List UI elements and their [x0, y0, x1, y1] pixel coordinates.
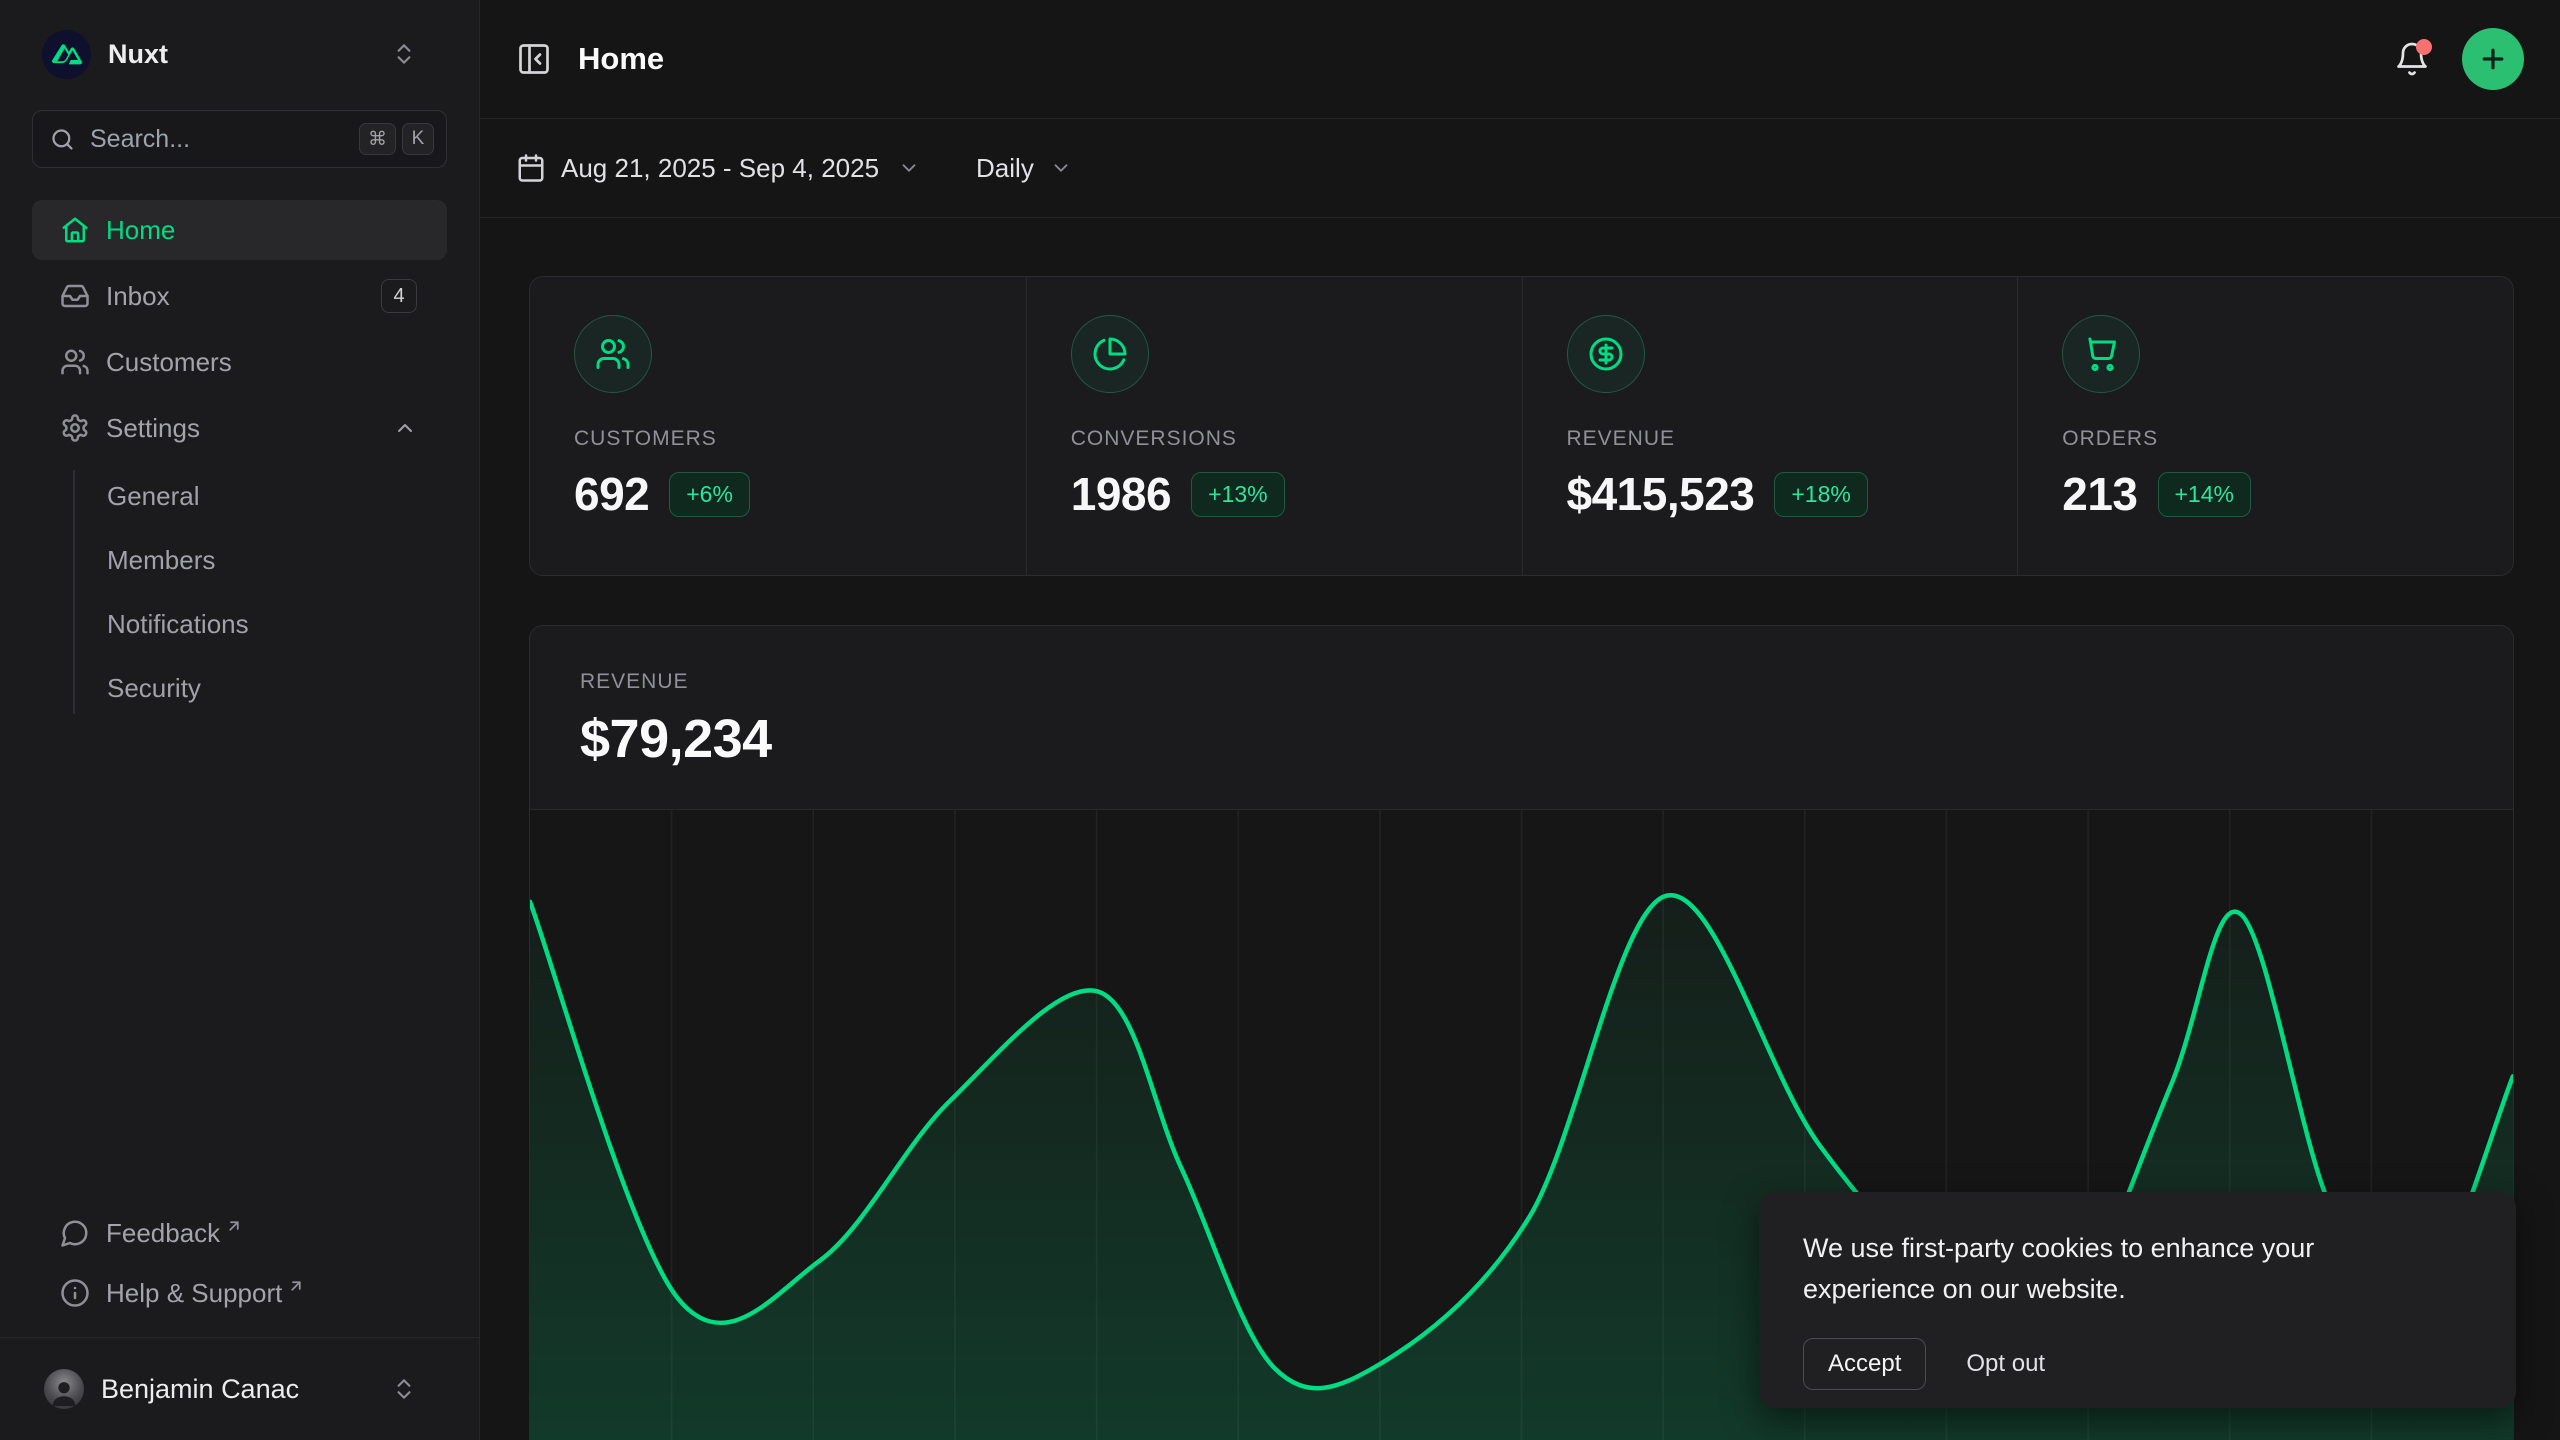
stat-label: CUSTOMERS	[574, 427, 982, 451]
kbd-k: K	[402, 123, 434, 155]
sidebar: Nuxt Search... ⌘ K Home Inbox 4	[0, 0, 480, 1440]
stat-label: CONVERSIONS	[1071, 427, 1478, 451]
info-circle-icon	[60, 1278, 90, 1308]
chevron-down-icon	[898, 157, 920, 179]
inbox-icon	[60, 281, 90, 311]
cookie-banner: We use first-party cookies to enhance yo…	[1759, 1192, 2516, 1408]
notification-dot	[2416, 39, 2432, 55]
sidebar-item-notifications[interactable]: Notifications	[32, 592, 447, 656]
calendar-icon	[516, 153, 546, 183]
sidebar-item-label: Home	[106, 215, 175, 246]
user-avatar	[44, 1369, 84, 1409]
date-range-picker[interactable]: Aug 21, 2025 - Sep 4, 2025	[516, 153, 920, 184]
sidebar-item-label: Settings	[106, 413, 200, 444]
stat-label: REVENUE	[1567, 427, 1974, 451]
shopping-cart-icon	[2062, 315, 2140, 393]
circle-dollar-icon	[1567, 315, 1645, 393]
sidebar-item-customers[interactable]: Customers	[32, 332, 447, 392]
sidebar-item-inbox[interactable]: Inbox 4	[32, 266, 447, 326]
stat-value: 1986	[1071, 467, 1171, 521]
chevrons-up-down-icon	[391, 1376, 417, 1402]
external-link-icon	[225, 1217, 243, 1235]
message-circle-icon	[60, 1218, 90, 1248]
home-icon	[60, 215, 90, 245]
search-icon	[49, 126, 76, 153]
stat-orders[interactable]: ORDERS 213 +14%	[2017, 277, 2513, 575]
org-switcher[interactable]: Nuxt	[32, 24, 447, 84]
users-icon	[574, 315, 652, 393]
revenue-chart-value: $79,234	[580, 708, 2463, 770]
inbox-count-badge: 4	[381, 279, 417, 313]
revenue-chart-label: REVENUE	[580, 670, 2463, 694]
nuxt-logo-icon	[42, 30, 91, 79]
chevron-up-icon[interactable]	[393, 416, 417, 440]
external-link-icon	[287, 1277, 305, 1295]
add-button[interactable]	[2462, 28, 2524, 90]
user-name: Benjamin Canac	[101, 1374, 299, 1405]
stat-change-badge: +6%	[669, 472, 750, 517]
sidebar-footer: Feedback Help & Support Benjamin Canac	[0, 1203, 479, 1440]
feedback-label: Feedback	[106, 1218, 220, 1249]
chevrons-up-down-icon	[391, 41, 417, 67]
panel-left-close-icon[interactable]	[516, 41, 552, 77]
stats-panel: CUSTOMERS 692 +6% CONVERSIONS 1986 +13%	[529, 276, 2514, 576]
gear-icon	[60, 413, 90, 443]
stat-value: 213	[2062, 467, 2137, 521]
sidebar-item-settings[interactable]: Settings	[32, 398, 447, 458]
stat-value: 692	[574, 467, 649, 521]
stat-change-badge: +18%	[1774, 472, 1867, 517]
user-menu[interactable]: Benjamin Canac	[0, 1337, 479, 1440]
stat-customers[interactable]: CUSTOMERS 692 +6%	[530, 277, 1026, 575]
cookie-message: We use first-party cookies to enhance yo…	[1803, 1228, 2423, 1310]
stat-change-badge: +14%	[2158, 472, 2251, 517]
sidebar-item-label: Customers	[106, 347, 232, 378]
stat-change-badge: +13%	[1191, 472, 1284, 517]
kbd-cmd: ⌘	[359, 123, 396, 155]
chevron-down-icon	[1050, 157, 1072, 179]
date-range-value: Aug 21, 2025 - Sep 4, 2025	[561, 153, 879, 184]
pie-chart-icon	[1071, 315, 1149, 393]
users-icon	[60, 347, 90, 377]
accept-button[interactable]: Accept	[1803, 1338, 1926, 1390]
stat-revenue[interactable]: REVENUE $415,523 +18%	[1522, 277, 2018, 575]
sidebar-item-members[interactable]: Members	[32, 528, 447, 592]
stat-label: ORDERS	[2062, 427, 2469, 451]
sidebar-item-security[interactable]: Security	[32, 656, 447, 720]
opt-out-button[interactable]: Opt out	[1966, 1350, 2045, 1378]
granularity-value: Daily	[976, 153, 1034, 184]
org-name: Nuxt	[108, 39, 168, 70]
search-input[interactable]: Search... ⌘ K	[32, 110, 447, 168]
sidebar-item-home[interactable]: Home	[32, 200, 447, 260]
sidebar-item-label: Inbox	[106, 281, 170, 312]
help-support-link[interactable]: Help & Support	[32, 1263, 447, 1323]
search-placeholder: Search...	[90, 125, 190, 154]
help-support-label: Help & Support	[106, 1278, 282, 1309]
search-shortcut: ⌘ K	[359, 123, 434, 155]
granularity-select[interactable]: Daily	[976, 153, 1072, 184]
sidebar-nav: Home Inbox 4 Customers Settings Ge	[32, 200, 447, 720]
notifications-button[interactable]	[2394, 41, 2430, 77]
filter-bar: Aug 21, 2025 - Sep 4, 2025 Daily	[480, 119, 2560, 218]
feedback-link[interactable]: Feedback	[32, 1203, 447, 1263]
stat-value: $415,523	[1567, 467, 1755, 521]
sidebar-item-general[interactable]: General	[32, 464, 447, 528]
settings-subnav: General Members Notifications Security	[32, 464, 447, 720]
page-title: Home	[578, 41, 664, 77]
stat-conversions[interactable]: CONVERSIONS 1986 +13%	[1026, 277, 1522, 575]
header: Home	[480, 0, 2560, 119]
